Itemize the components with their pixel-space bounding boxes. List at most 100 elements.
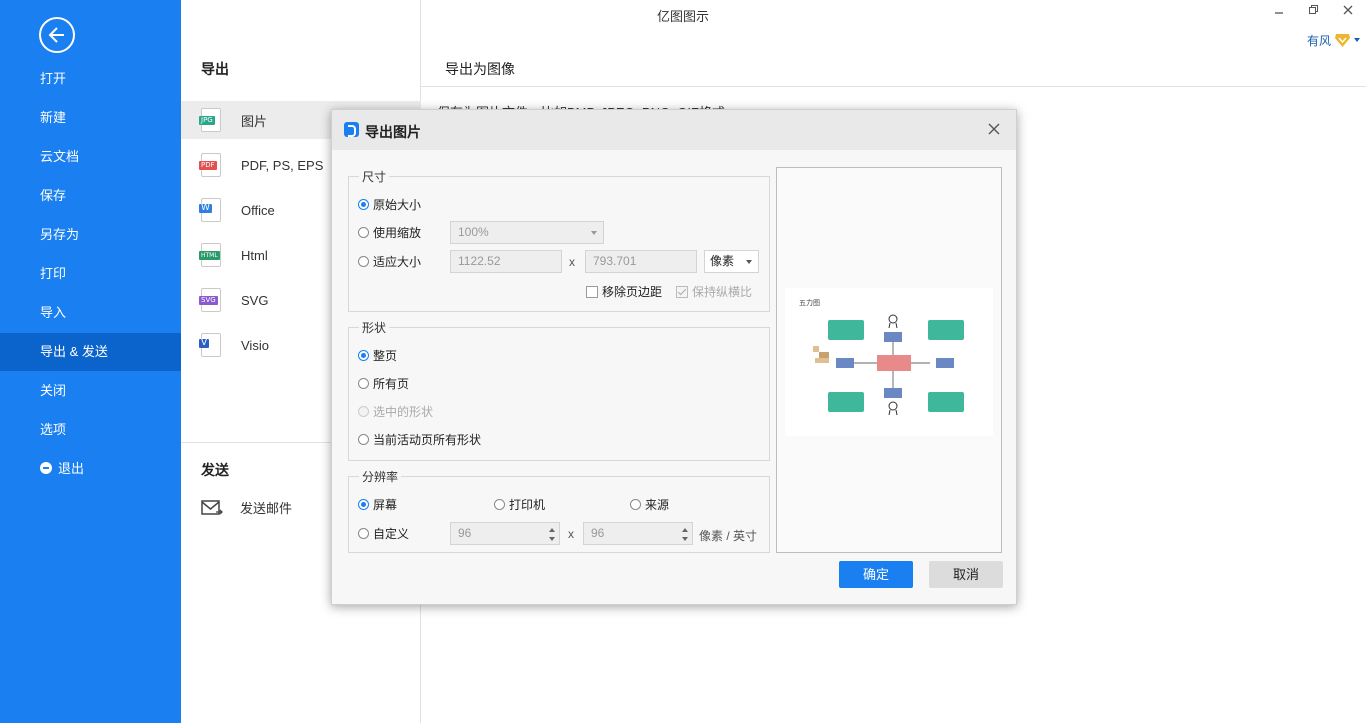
send-email-button[interactable]: 发送邮件 (201, 498, 292, 517)
radio-label: 选中的形状 (373, 405, 434, 419)
cancel-button[interactable]: 取消 (929, 561, 1003, 588)
export-image-dialog: 导出图片 尺寸 原始大小 使用缩放 100% 适应大小 1122.52 x 79… (331, 109, 1017, 605)
send-section-title: 发送 (201, 462, 229, 478)
nav-item-save[interactable]: 保存 (0, 177, 181, 215)
radio-source[interactable]: 来源 (630, 496, 669, 513)
checkbox-keep-ratio[interactable]: 保持纵横比 (676, 283, 752, 300)
radio-button[interactable] (630, 499, 641, 510)
radio-button[interactable] (358, 528, 369, 539)
radio-label: 所有页 (373, 377, 410, 391)
radio-label: 适应大小 (373, 255, 422, 269)
radio-button[interactable] (358, 434, 369, 445)
nav-item-options[interactable]: 选项 (0, 411, 181, 449)
format-label: Visio (241, 337, 269, 353)
radio-printer[interactable]: 打印机 (494, 496, 545, 513)
radio-button[interactable] (358, 199, 369, 210)
format-label: 图片 (241, 113, 268, 129)
size-legend: 尺寸 (362, 170, 387, 184)
five-forces-diagram-thumbnail (813, 314, 964, 416)
radio-original-size[interactable]: 原始大小 (358, 196, 421, 213)
dialog-header: 导出图片 (332, 110, 1016, 150)
nav-item-exit-label: 退出 (58, 461, 85, 476)
nav-item-cloud[interactable]: 云文档 (0, 138, 181, 176)
zoom-select[interactable]: 100% (450, 221, 604, 244)
close-window-icon[interactable] (1339, 4, 1357, 20)
close-icon[interactable] (986, 121, 1002, 137)
user-account[interactable]: 有风 (1307, 30, 1360, 50)
user-name: 有风 (1306, 33, 1331, 48)
radio-button[interactable] (358, 406, 369, 417)
chevron-down-icon (746, 260, 752, 264)
radio-label: 屏幕 (373, 498, 398, 512)
nav-item-exit[interactable]: 退出 (0, 450, 181, 488)
radio-label: 自定义 (373, 527, 410, 541)
radio-label: 整页 (373, 349, 398, 363)
dpi-y-spinner[interactable]: 96 (583, 522, 693, 545)
radio-selected-shapes[interactable]: 选中的形状 (358, 403, 433, 420)
radio-button[interactable] (358, 499, 369, 510)
html-file-icon: HTML (199, 243, 221, 267)
dialog-title: 导出图片 (365, 124, 421, 140)
divider (421, 86, 1366, 87)
dpi-x-value: 96 (458, 526, 472, 540)
spin-down-icon[interactable] (682, 537, 688, 541)
dpi-unit: 像素 / 英寸 (699, 529, 758, 543)
nav-item-new[interactable]: 新建 (0, 99, 181, 137)
radio-all-pages[interactable]: 所有页 (358, 375, 409, 392)
radio-use-zoom[interactable]: 使用缩放 (358, 224, 421, 241)
image-preview: 五力图 (776, 167, 1002, 553)
vip-diamond-icon (1335, 33, 1350, 47)
radio-whole-page[interactable]: 整页 (358, 347, 397, 364)
radio-fit-size[interactable]: 适应大小 (358, 253, 421, 270)
unit-select[interactable]: 像素 (704, 250, 759, 273)
checkbox-remove-margin[interactable]: 移除页边距 (586, 283, 662, 300)
checkbox[interactable] (586, 285, 598, 298)
nav-item-open[interactable]: 打开 (0, 60, 181, 98)
height-input[interactable]: 793.701 (585, 250, 697, 273)
dpi-separator: x (568, 527, 574, 541)
radio-button[interactable] (358, 256, 369, 267)
dpi-x-spinner[interactable]: 96 (450, 522, 560, 545)
format-label: SVG (241, 292, 269, 308)
radio-label: 打印机 (509, 498, 546, 512)
send-email-label: 发送邮件 (240, 501, 293, 516)
radio-button[interactable] (358, 227, 369, 238)
radio-label: 使用缩放 (373, 226, 422, 240)
chevron-down-icon (1354, 38, 1360, 42)
spin-down-icon[interactable] (549, 537, 555, 541)
checkbox-label: 移除页边距 (602, 285, 663, 299)
checkbox[interactable] (676, 285, 688, 298)
nav-item-save-as[interactable]: 另存为 (0, 216, 181, 254)
width-input[interactable]: 1122.52 (450, 250, 562, 273)
spin-up-icon[interactable] (549, 528, 555, 532)
jpg-file-icon: JPG (199, 108, 221, 132)
preview-diagram: 五力图 (785, 288, 993, 436)
radio-custom[interactable]: 自定义 (358, 525, 409, 542)
size-separator: x (569, 255, 575, 269)
ok-button[interactable]: 确定 (839, 561, 913, 588)
exit-icon (40, 462, 52, 474)
radio-button[interactable] (494, 499, 505, 510)
radio-label: 来源 (645, 498, 670, 512)
word-file-icon: W (199, 198, 221, 222)
radio-screen[interactable]: 屏幕 (358, 496, 397, 513)
mail-icon (201, 499, 223, 515)
nav-item-close[interactable]: 关闭 (0, 372, 181, 410)
radio-current-page-shapes[interactable]: 当前活动页所有形状 (358, 431, 481, 448)
pdf-file-icon: PDF (199, 153, 221, 177)
radio-button[interactable] (358, 378, 369, 389)
radio-button[interactable] (358, 350, 369, 361)
chevron-down-icon (591, 231, 597, 235)
format-label: PDF, PS, EPS (241, 157, 324, 173)
left-nav: 打开 新建 云文档 保存 另存为 打印 导入 导出 & 发送 关闭 选项 退出 (0, 0, 181, 723)
zoom-value: 100% (458, 225, 489, 239)
nav-item-print[interactable]: 打印 (0, 255, 181, 293)
format-label: Html (241, 247, 268, 263)
nav-item-export-send[interactable]: 导出 & 发送 (0, 333, 181, 371)
checkbox-label: 保持纵横比 (692, 285, 753, 299)
spin-up-icon[interactable] (682, 528, 688, 532)
radio-label: 当前活动页所有形状 (373, 433, 482, 447)
minimize-icon[interactable] (1270, 4, 1288, 20)
nav-item-import[interactable]: 导入 (0, 294, 181, 332)
restore-icon[interactable] (1305, 4, 1323, 20)
